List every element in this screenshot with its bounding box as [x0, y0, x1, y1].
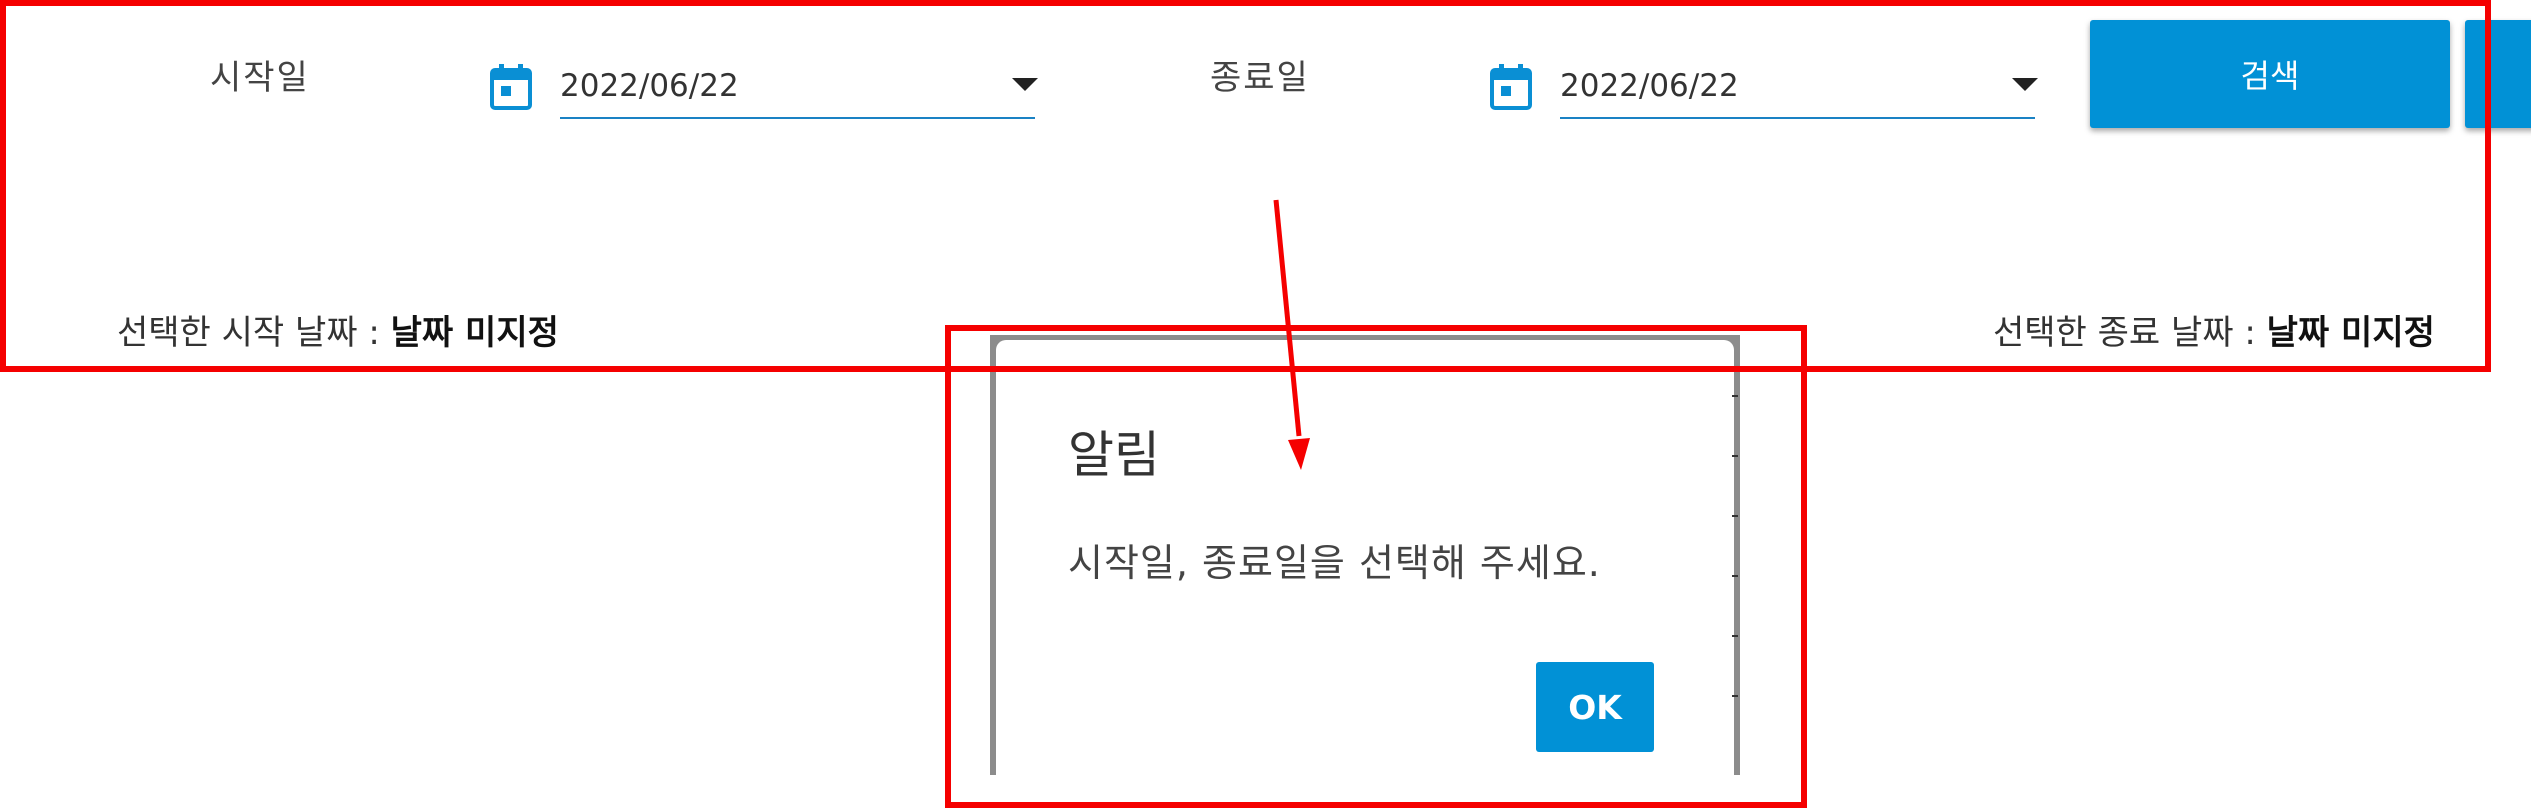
annotation-arrow	[1273, 199, 1310, 470]
